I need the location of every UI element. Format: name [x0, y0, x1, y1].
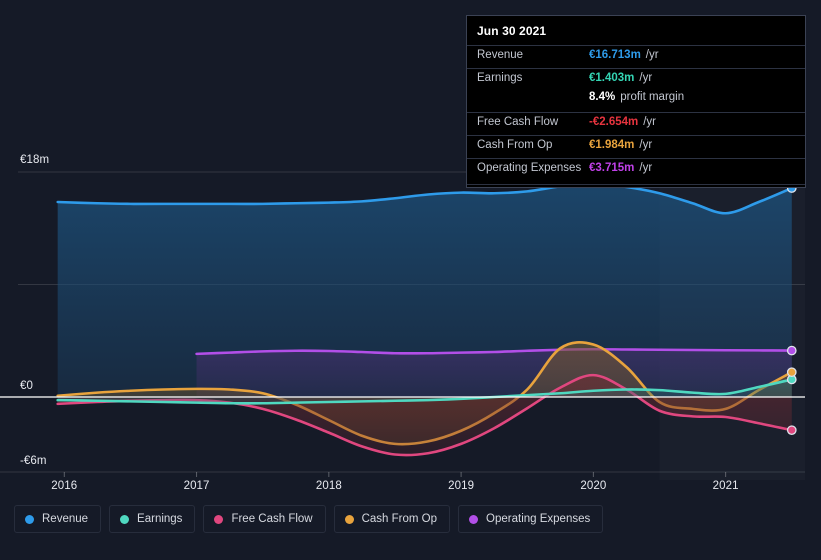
tooltip-key-operating-expenses: Operating Expenses	[477, 162, 582, 174]
legend-item-label: Earnings	[137, 513, 183, 525]
tooltip-unit-profit-margin: profit margin	[620, 91, 685, 103]
tooltip-key-revenue: Revenue	[477, 49, 524, 61]
tooltip-unit-cash-from-op: /yr	[639, 139, 653, 151]
financial-chart-widget: €18m €0 -€6m 2016 2017 2018 2019 2020 2021 Ju…	[0, 0, 821, 560]
x-axis-label-2017: 2017	[183, 480, 210, 492]
tooltip-unit-operating-expenses: /yr	[639, 162, 653, 174]
x-axis-label-2020: 2020	[580, 480, 607, 492]
tooltip-date: Jun 30 2021	[477, 24, 547, 38]
tooltip-row-profit-margin: 8.4% profit margin	[467, 91, 805, 112]
tooltip-value-earnings: €1.403m	[589, 72, 635, 84]
tooltip-value-operating-expenses: €3.715m	[589, 162, 635, 174]
y-axis-label-bottom: -€6m	[20, 455, 47, 467]
legend-item-label: Free Cash Flow	[231, 513, 313, 525]
tooltip-row-revenue: Revenue €16.713m /yr	[467, 45, 805, 68]
legend-color-dot-icon	[469, 514, 479, 524]
tooltip-row-earnings: Earnings €1.403m /yr	[467, 68, 805, 91]
endpoint-dot-free-cash-flow[interactable]	[786, 425, 797, 436]
legend-color-dot-icon	[214, 514, 224, 524]
tooltip-value-revenue: €16.713m	[589, 49, 641, 61]
tooltip-key-free-cash-flow: Free Cash Flow	[477, 116, 559, 128]
legend-item-label: Operating Expenses	[486, 513, 591, 525]
legend-color-dot-icon	[25, 514, 34, 524]
legend-item-revenue[interactable]: Revenue	[14, 505, 102, 533]
y-axis-label-top: €18m	[20, 154, 50, 166]
x-axis-label-2018: 2018	[315, 480, 342, 492]
tooltip-unit-free-cash-flow: /yr	[643, 116, 657, 128]
chart-legend: Revenue Earnings Free Cash Flow Cash From O…	[0, 505, 821, 533]
tooltip-value-free-cash-flow: -€2.654m	[589, 116, 639, 128]
legend-item-cash-from-op[interactable]: Cash From Op	[333, 505, 451, 533]
x-axis-label-2021: 2021	[712, 480, 739, 492]
endpoint-dot-operating-expenses[interactable]	[786, 345, 797, 356]
tooltip-value-cash-from-op: €1.984m	[589, 139, 635, 151]
legend-item-operating-expenses[interactable]: Operating Expenses	[458, 505, 604, 533]
tooltip-row-cash-from-op: Cash From Op €1.984m /yr	[467, 135, 805, 158]
x-axis-label-2016: 2016	[51, 480, 78, 492]
legend-item-free-cash-flow[interactable]: Free Cash Flow	[203, 505, 326, 533]
legend-item-label: Revenue	[42, 513, 89, 525]
tooltip-unit-earnings: /yr	[639, 72, 653, 84]
endpoint-dot-cash-from-op[interactable]	[786, 367, 797, 378]
data-tooltip: Jun 30 2021 Revenue €16.713m /yr Earning…	[466, 15, 806, 188]
tooltip-key-cash-from-op: Cash From Op	[477, 139, 553, 151]
tooltip-row-free-cash-flow: Free Cash Flow -€2.654m /yr	[467, 112, 805, 135]
x-axis-label-2019: 2019	[448, 480, 475, 492]
tooltip-key-earnings: Earnings	[477, 72, 523, 84]
tooltip-bottom-divider	[467, 184, 805, 185]
legend-color-dot-icon	[344, 514, 354, 524]
legend-item-label: Cash From Op	[361, 513, 438, 525]
tooltip-row-operating-expenses: Operating Expenses €3.715m /yr	[467, 158, 805, 181]
legend-color-dot-icon	[120, 514, 130, 524]
tooltip-value-profit-margin: 8.4%	[589, 91, 616, 103]
y-axis-label-zero: €0	[20, 380, 33, 392]
tooltip-unit-revenue: /yr	[645, 49, 659, 61]
series-operating-expenses	[195, 347, 794, 397]
legend-item-earnings[interactable]: Earnings	[109, 505, 196, 533]
